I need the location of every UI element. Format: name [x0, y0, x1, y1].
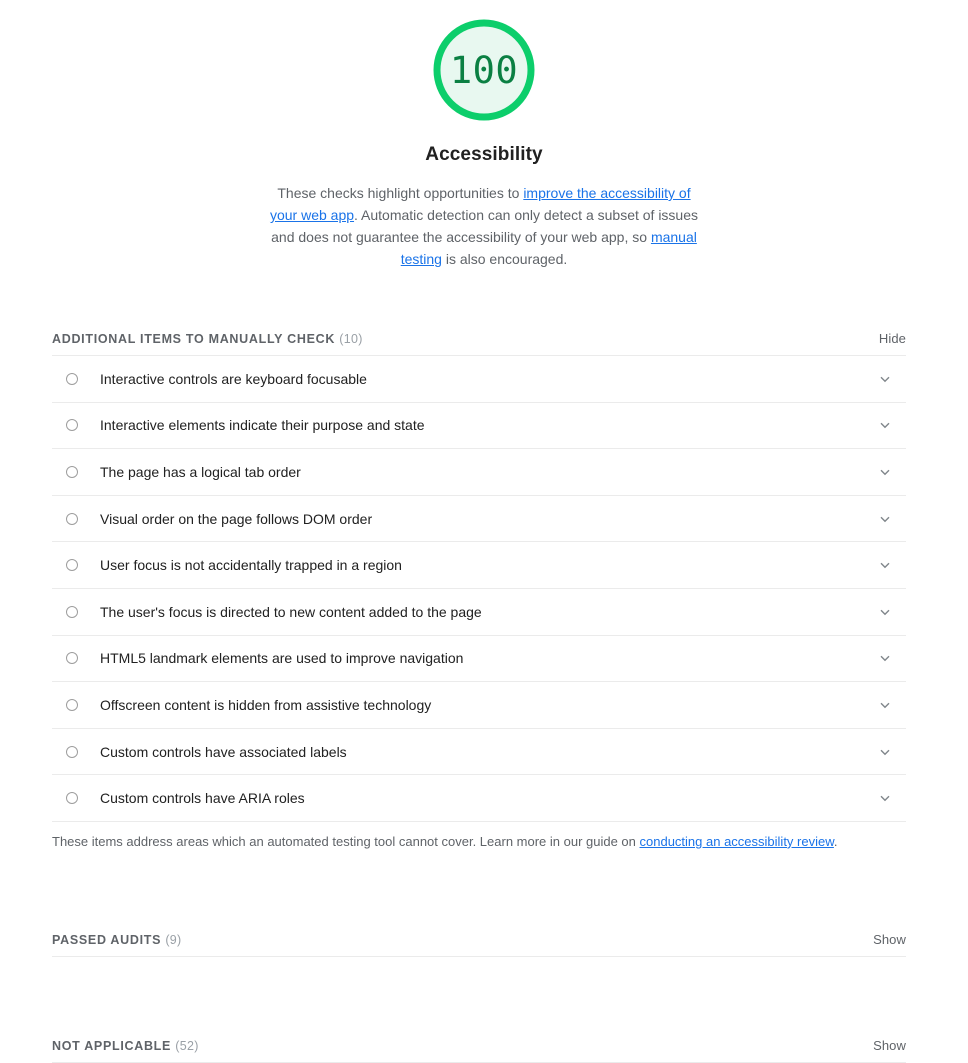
manual-checks-toggle[interactable]: Hide — [879, 331, 906, 346]
chevron-down-icon[interactable] — [878, 791, 892, 805]
category-description: These checks highlight opportunities to … — [265, 182, 703, 270]
footer-period: . — [833, 833, 838, 849]
chevron-down-icon[interactable] — [878, 605, 892, 619]
audit-row[interactable]: Offscreen content is hidden from assisti… — [52, 682, 906, 729]
not-applicable-header[interactable]: NOT APPLICABLE (52) Show — [52, 1034, 906, 1063]
accessibility-review-link[interactable]: conducting an accessibility review — [640, 834, 834, 849]
audit-title: Custom controls have ARIA roles — [100, 790, 305, 807]
audit-title: Offscreen content is hidden from assisti… — [100, 696, 432, 713]
audit-row[interactable]: HTML5 landmark elements are used to impr… — [52, 636, 906, 683]
not-applicable-section-spacer — [0, 957, 968, 1034]
accessibility-score-gauge: 100 — [430, 16, 538, 124]
audit-title: Interactive elements indicate their purp… — [100, 417, 425, 434]
category-title: Accessibility — [425, 144, 543, 165]
passed-audits-count: (9) — [165, 932, 182, 947]
audit-row[interactable]: User focus is not accidentally trapped i… — [52, 542, 906, 589]
audit-title: Custom controls have associated labels — [100, 743, 347, 760]
circle-outline-icon — [66, 745, 78, 758]
passed-audits-title: PASSED AUDITS (9) — [52, 933, 182, 947]
audit-row[interactable]: The page has a logical tab order — [52, 449, 906, 496]
circle-outline-icon — [66, 652, 78, 665]
chevron-down-icon[interactable] — [878, 512, 892, 526]
manual-checks-title-text: ADDITIONAL ITEMS TO MANUALLY CHECK — [52, 332, 336, 346]
not-applicable-count: (52) — [175, 1038, 199, 1053]
circle-outline-icon — [66, 605, 78, 618]
chevron-down-icon[interactable] — [878, 418, 892, 432]
chevron-down-icon[interactable] — [878, 465, 892, 479]
not-applicable-title-text: NOT APPLICABLE — [52, 1038, 172, 1053]
audit-row[interactable]: Custom controls have ARIA roles — [52, 775, 906, 822]
not-applicable-title: NOT APPLICABLE (52) — [52, 1039, 199, 1053]
audit-title: HTML5 landmark elements are used to impr… — [100, 650, 464, 667]
audit-title: Interactive controls are keyboard focusa… — [100, 370, 367, 387]
score-gauge-section: 100 Accessibility — [0, 0, 968, 166]
passed-audits-title-text: PASSED AUDITS — [52, 932, 162, 947]
description-text-1: These checks highlight opportunities to — [277, 185, 524, 201]
chevron-down-icon[interactable] — [878, 651, 892, 665]
passed-audits-toggle[interactable]: Show — [873, 932, 906, 947]
not-applicable-toggle[interactable]: Show — [873, 1038, 906, 1053]
chevron-down-icon[interactable] — [878, 558, 892, 572]
score-value: 100 — [449, 48, 519, 92]
manual-checks-footer: These items address areas which an autom… — [52, 833, 906, 851]
lighthouse-accessibility-report: 100 Accessibility These checks highlight… — [0, 0, 968, 1063]
manual-checks-count: (10) — [339, 332, 363, 346]
circle-outline-icon — [66, 792, 78, 805]
audit-row[interactable]: Visual order on the page follows DOM ord… — [52, 496, 906, 543]
circle-outline-icon — [66, 698, 78, 711]
manual-checks-section: ADDITIONAL ITEMS TO MANUALLY CHECK (10) … — [52, 327, 906, 851]
circle-outline-icon — [66, 512, 78, 525]
manual-checks-header[interactable]: ADDITIONAL ITEMS TO MANUALLY CHECK (10) … — [52, 327, 906, 356]
passed-audits-header[interactable]: PASSED AUDITS (9) Show — [52, 928, 906, 957]
chevron-down-icon[interactable] — [878, 372, 892, 386]
audit-row[interactable]: Interactive controls are keyboard focusa… — [52, 356, 906, 403]
passed-section-spacer — [0, 851, 968, 928]
circle-outline-icon — [66, 465, 78, 478]
passed-audits-section: PASSED AUDITS (9) Show — [52, 928, 906, 957]
audit-title: Visual order on the page follows DOM ord… — [100, 510, 373, 527]
audit-row[interactable]: Custom controls have associated labels — [52, 729, 906, 776]
not-applicable-section: NOT APPLICABLE (52) Show — [52, 1034, 906, 1063]
circle-outline-icon — [66, 559, 78, 572]
description-text-3: is also encouraged. — [441, 251, 568, 267]
manual-checks-title: ADDITIONAL ITEMS TO MANUALLY CHECK (10) — [52, 332, 363, 346]
audit-row[interactable]: The user's focus is directed to new cont… — [52, 589, 906, 636]
chevron-down-icon[interactable] — [878, 698, 892, 712]
audit-row[interactable]: Interactive elements indicate their purp… — [52, 403, 906, 450]
chevron-down-icon[interactable] — [878, 745, 892, 759]
footer-text: These items address areas which an autom… — [52, 833, 640, 849]
audit-title: The user's focus is directed to new cont… — [100, 603, 482, 620]
circle-outline-icon — [66, 419, 78, 432]
circle-outline-icon — [66, 372, 78, 385]
audit-title: User focus is not accidentally trapped i… — [100, 557, 402, 574]
audit-title: The page has a logical tab order — [100, 463, 301, 480]
manual-checks-list: Interactive controls are keyboard focusa… — [52, 356, 906, 822]
